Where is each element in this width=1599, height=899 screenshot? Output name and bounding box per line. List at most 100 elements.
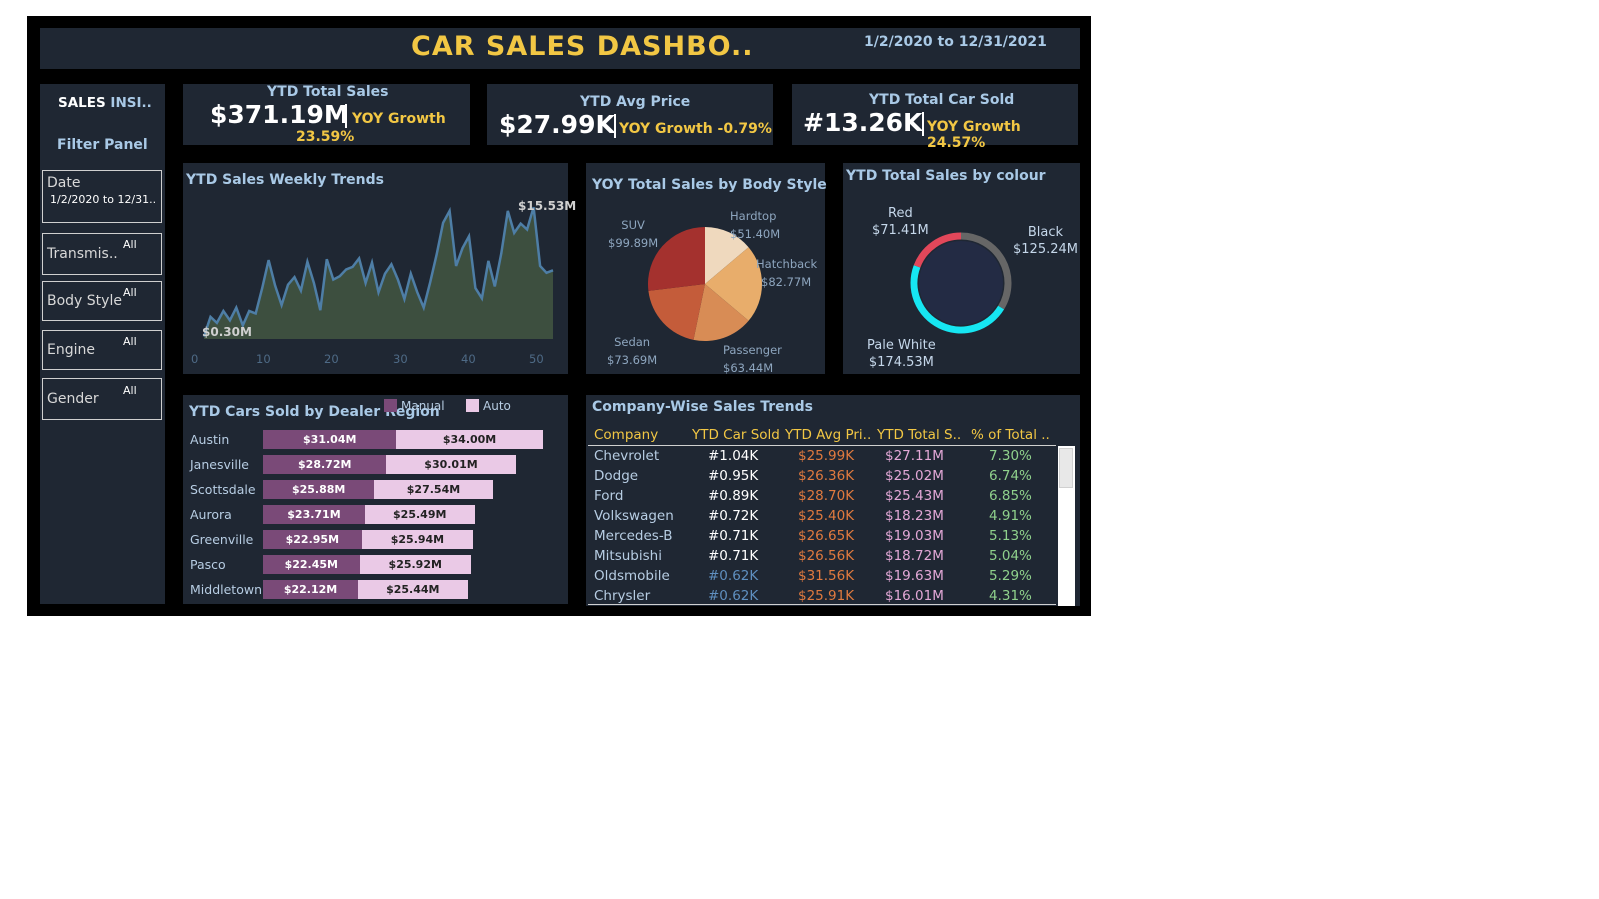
bar-manual[interactable]: $31.04M [263,430,397,449]
table-header-divider [588,445,1056,446]
x-tick: 0 [191,352,199,366]
kpi-total-sales-title: YTD Total Sales [267,84,389,100]
sidebar-title-suffix: INSI.. [110,95,152,111]
donut-label-black: Black $125.24M [1013,224,1078,258]
region-label: Pasco [190,557,226,572]
pie-label-name: Sedan [614,335,651,349]
bar-auto[interactable]: $25.49M [364,505,475,524]
table-cell: $19.63M [885,568,944,584]
weekly-trend-x-ticks: 0 10 20 30 40 50 [183,352,568,368]
col-avg-price[interactable]: YTD Avg Pri.. [785,427,871,443]
col-total-sales[interactable]: YTD Total S.. [877,427,961,443]
donut-label-value: $174.53M [868,355,934,370]
body-style-panel: YOY Total Sales by Body Style Hardtop $5… [586,163,827,375]
table-cell: $26.36K [798,468,855,484]
trend-area [204,207,553,339]
table-cell: #0.71K [708,528,759,544]
table-cell: 7.30% [989,448,1032,464]
bar-manual[interactable]: $25.88M [263,480,375,499]
table-scrollbar[interactable] [1058,446,1075,606]
weekly-trend-chart [202,206,554,339]
filter-gender[interactable]: Gender All [42,378,162,420]
table-row[interactable]: Volkswagen #0.72K $25.40K $18.23M 4.91% [586,507,1056,527]
table-scrollbar-thumb[interactable] [1059,448,1073,488]
table-cell: 5.04% [989,548,1032,564]
kpi-total-sales-growth-label: YOY Growth [352,111,446,127]
filter-transmission-label: Transmis.. [47,246,118,262]
kpi-avg-price-value: $27.99K [499,110,615,139]
pie-label-name: Hardtop [730,209,777,223]
pie-label-value: $73.69M [607,353,658,367]
dealer-region-panel: YTD Cars Sold by Dealer Region Manual Au… [183,395,568,604]
pie-label-name: SUV [621,218,645,232]
table-row[interactable]: Ford #0.89K $28.70K $25.43M 6.85% [586,487,1056,507]
bar-auto[interactable]: $25.94M [361,530,474,549]
table-row[interactable]: Dodge #0.95K $26.36K $25.02M 6.74% [586,467,1056,487]
table-cell: Mitsubishi [594,548,662,564]
col-pct-total[interactable]: % of Total .. [971,427,1050,443]
table-cell: $16.01M [885,588,944,604]
kpi-divider [345,104,347,128]
x-tick: 50 [529,352,544,366]
pie-label-value: $51.40M [730,227,781,241]
table-cell: Dodge [594,468,639,484]
filter-gender-value: All [123,384,137,397]
table-cell: $27.11M [885,448,944,464]
company-table-body: Chevrolet #1.04K $25.99K $27.11M 7.30% Dodge #… [586,447,1056,605]
pie-label-hardtop: Hardtop $51.40M [730,207,780,243]
filter-engine-label: Engine [47,342,95,358]
bar-auto[interactable]: $25.92M [359,555,471,574]
filter-body-style-value: All [123,286,137,299]
kpi-total-sales-growth-value: 23.59% [296,129,355,145]
table-row[interactable]: Oldsmobile #0.62K $31.56K $19.63M 5.29% [586,567,1056,587]
table-row[interactable]: Mercedes-B #0.71K $26.65K $19.03M 5.13% [586,527,1056,547]
bar-auto[interactable]: $27.54M [374,480,493,499]
bar-manual[interactable]: $28.72M [263,455,387,474]
table-cell: $25.91K [798,588,855,604]
donut-label-name: Red [888,206,913,221]
kpi-avg-price-title: YTD Avg Price [580,94,691,110]
table-cell: $18.72M [885,548,944,564]
x-tick: 30 [393,352,408,366]
sidebar-title: SALES INSI.. [58,95,152,111]
pie-label-value: $99.89M [608,236,659,250]
col-car-sold[interactable]: YTD Car Sold [692,427,780,443]
dealer-region-bars: Austin $31.04M $34.00M Janesville $28.72M $30… [183,395,568,604]
bar-manual[interactable]: $22.95M [263,530,362,549]
filter-body-style[interactable]: Body Style All [42,281,162,321]
table-row[interactable]: Mitsubishi #0.71K $26.56K $18.72M 5.04% [586,547,1056,567]
filter-panel-title: Filter Panel [57,137,148,153]
table-cell: 6.74% [989,468,1032,484]
table-cell: $31.56K [798,568,855,584]
filter-date[interactable]: Date 1/2/2020 to 12/31.. [42,170,162,223]
table-cell: Chrysler [594,588,651,604]
filter-engine[interactable]: Engine All [42,330,162,370]
weekly-trend-min-label: $0.30M [202,325,252,339]
x-tick: 10 [256,352,271,366]
company-table-panel: Company-Wise Sales Trends Company YTD Ca… [586,395,1080,606]
table-row[interactable]: Chevrolet #1.04K $25.99K $27.11M 7.30% [586,447,1056,467]
bar-auto[interactable]: $25.44M [358,580,468,599]
donut-label-red: Red $71.41M [872,205,929,239]
table-cell: Volkswagen [594,508,674,524]
table-row[interactable]: Chrysler #0.62K $25.91K $16.01M 4.31% [586,587,1056,605]
table-bottom-border [588,604,1056,605]
table-cell: $26.65K [798,528,855,544]
bar-manual[interactable]: $22.45M [263,555,360,574]
table-cell: $19.03M [885,528,944,544]
bar-manual[interactable]: $22.12M [263,580,359,599]
table-cell: 5.29% [989,568,1032,584]
bar-manual[interactable]: $23.71M [263,505,365,524]
bar-auto[interactable]: $30.01M [386,455,516,474]
filter-transmission[interactable]: Transmis.. All [42,233,162,275]
region-label: Middletown [190,582,262,597]
filter-date-label: Date [47,175,81,191]
kpi-car-sold-growth: YOY Growth 24.57% [927,119,1021,151]
pie-label-hatchback: Hatchback $82.77M [756,255,817,291]
table-cell: Oldsmobile [594,568,670,584]
table-cell: #0.62K [708,568,759,584]
region-label: Greenville [190,532,254,547]
x-tick: 40 [461,352,476,366]
col-company[interactable]: Company [594,427,658,443]
bar-auto[interactable]: $34.00M [396,430,543,449]
